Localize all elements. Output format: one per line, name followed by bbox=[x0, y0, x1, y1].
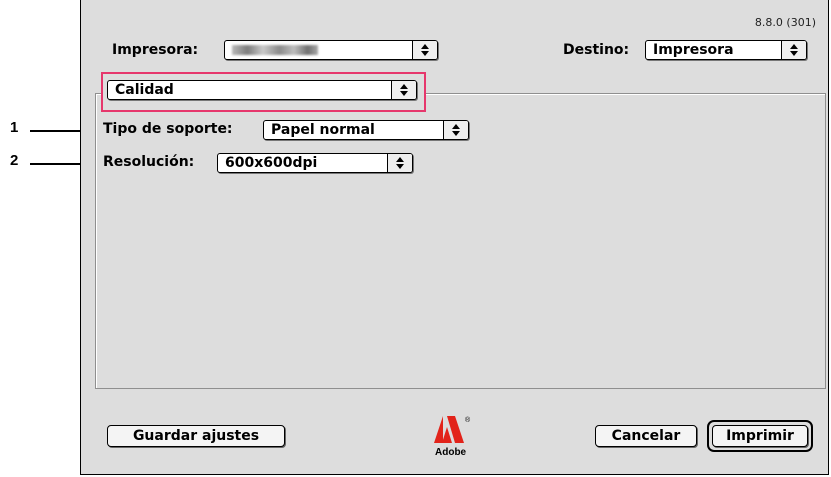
callout-1: 1 bbox=[10, 119, 19, 136]
printer-name-blurred bbox=[232, 45, 318, 55]
updown-arrows-icon bbox=[387, 154, 412, 172]
media-type-label: Tipo de soporte: bbox=[103, 121, 233, 137]
updown-arrows-icon bbox=[412, 41, 437, 59]
save-settings-button[interactable]: Guardar ajustes bbox=[107, 425, 285, 447]
printer-popup[interactable] bbox=[224, 40, 438, 60]
print-dialog: 8.8.0 (301) Impresora: Destino: Impresor… bbox=[80, 0, 829, 475]
media-type-popup[interactable]: Papel normal bbox=[263, 120, 469, 140]
adobe-logo-text: Adobe bbox=[435, 447, 467, 457]
resolution-popup[interactable]: 600x600dpi bbox=[217, 153, 413, 173]
version-label: 8.8.0 (301) bbox=[754, 16, 816, 29]
section-value: Calidad bbox=[115, 82, 174, 98]
updown-arrows-icon bbox=[781, 41, 806, 59]
section-popup[interactable]: Calidad bbox=[107, 80, 417, 100]
printer-label: Impresora: bbox=[112, 42, 199, 58]
updown-arrows-icon bbox=[443, 121, 468, 139]
destination-value: Impresora bbox=[653, 42, 734, 58]
resolution-label: Resolución: bbox=[103, 154, 195, 170]
updown-arrows-icon bbox=[391, 81, 416, 99]
resolution-value: 600x600dpi bbox=[225, 155, 318, 171]
adobe-logo-icon: Adobe ® bbox=[431, 413, 471, 458]
media-type-value: Papel normal bbox=[271, 122, 375, 138]
print-button[interactable]: Imprimir bbox=[712, 425, 808, 447]
cancel-button[interactable]: Cancelar bbox=[595, 425, 697, 447]
callout-2: 2 bbox=[10, 152, 19, 169]
destination-label: Destino: bbox=[563, 42, 630, 58]
destination-popup[interactable]: Impresora bbox=[645, 40, 807, 60]
registered-mark: ® bbox=[465, 416, 471, 424]
